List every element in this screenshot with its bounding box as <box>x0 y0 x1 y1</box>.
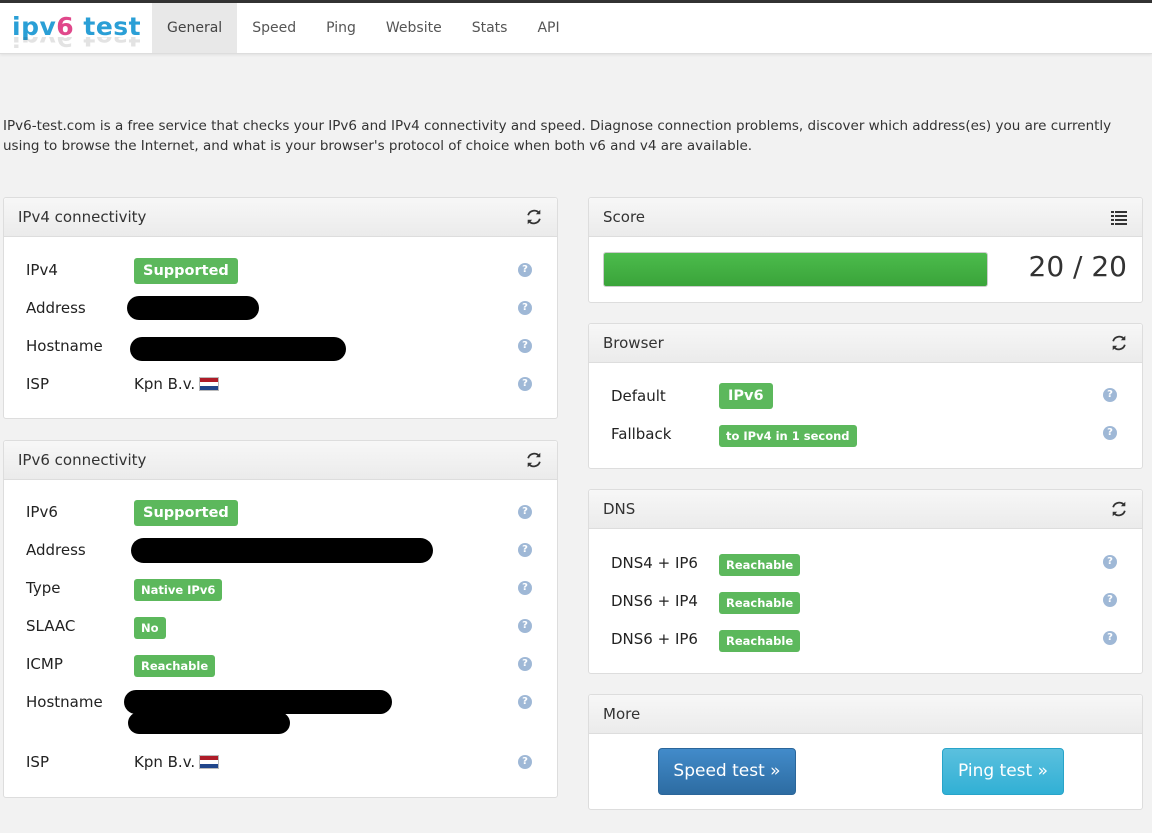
help-icon[interactable]: ? <box>518 377 532 391</box>
ipv6-address-label: Address <box>26 541 86 559</box>
dns6-ip4-badge: Reachable <box>719 592 801 614</box>
ipv6-supported-badge: Supported <box>134 500 238 526</box>
help-icon[interactable]: ? <box>518 263 532 277</box>
refresh-icon[interactable] <box>525 208 543 226</box>
help-icon[interactable]: ? <box>518 543 532 557</box>
nav-website[interactable]: Website <box>371 3 457 53</box>
more-panel-header: More <box>589 695 1142 734</box>
help-icon[interactable]: ? <box>518 619 532 633</box>
ipv4-isp-value: Kpn B.v. <box>134 375 196 393</box>
ipv6-label: IPv6 <box>26 503 58 521</box>
ipv6-panel-header: IPv6 connectivity <box>4 441 557 480</box>
navbar: ipv6 test ipv6 test General Speed Ping W… <box>0 3 1152 54</box>
help-icon[interactable]: ? <box>1103 631 1117 645</box>
ping-test-button[interactable]: Ping test » <box>942 748 1064 795</box>
redacted-ipv4-hostname <box>130 337 346 361</box>
ipv4-panel: IPv4 connectivity IPv4 Supported ? Addre… <box>3 197 558 419</box>
dns6-ip6-badge: Reachable <box>719 630 801 652</box>
speed-test-button[interactable]: Speed test » <box>658 748 796 795</box>
intro-text: IPv6-test.com is a free service that che… <box>3 118 1112 154</box>
netherlands-flag-icon <box>199 377 220 391</box>
browser-fallback-label: Fallback <box>611 425 672 443</box>
help-icon[interactable]: ? <box>1103 388 1117 402</box>
score-panel: Score 20 / 20 <box>588 197 1143 303</box>
dns4-ip6-badge: Reachable <box>719 554 801 576</box>
ipv6-panel: IPv6 connectivity IPv6 Supported ? Addre… <box>3 440 558 798</box>
ipv4-address-label: Address <box>26 299 86 317</box>
ipv6-icmp-badge: Reachable <box>134 655 216 677</box>
ipv6-hostname-label: Hostname <box>26 693 103 711</box>
dns-panel: DNS DNS4 + IP6 Reachable ? DNS6 + IP4 Re… <box>588 489 1143 674</box>
browser-panel-header: Browser <box>589 324 1142 363</box>
browser-default-badge: IPv6 <box>719 383 773 409</box>
help-icon[interactable]: ? <box>518 581 532 595</box>
score-value: 20 / 20 <box>1028 250 1128 283</box>
help-icon[interactable]: ? <box>518 695 532 709</box>
refresh-icon[interactable] <box>1110 334 1128 352</box>
ipv6-type-badge: Native IPv6 <box>134 579 223 601</box>
help-icon[interactable]: ? <box>1103 593 1117 607</box>
ipv6-slaac-label: SLAAC <box>26 617 76 635</box>
redacted-ipv6-hostname-line-1 <box>124 690 392 714</box>
browser-panel-title: Browser <box>603 334 664 352</box>
help-icon[interactable]: ? <box>518 755 532 769</box>
ipv6-isp-label: ISP <box>26 753 49 771</box>
list-icon[interactable] <box>1110 208 1128 226</box>
help-icon[interactable]: ? <box>518 505 532 519</box>
score-progress-fill <box>604 253 987 286</box>
more-panel-title: More <box>603 705 641 723</box>
refresh-icon[interactable] <box>1110 500 1128 518</box>
more-panel: More Speed test » Ping test » <box>588 694 1143 810</box>
score-panel-title: Score <box>603 208 646 226</box>
help-icon[interactable]: ? <box>1103 426 1117 440</box>
brand-reflection: ipv6 test <box>12 37 141 51</box>
browser-panel: Browser Default IPv6 ? Fallback to IPv4 … <box>588 323 1143 469</box>
ipv4-panel-title: IPv4 connectivity <box>18 208 147 226</box>
nav-ping[interactable]: Ping <box>311 3 371 53</box>
nav-general[interactable]: General <box>152 3 238 53</box>
netherlands-flag-icon <box>199 755 220 769</box>
ipv6-panel-title: IPv6 connectivity <box>18 451 147 469</box>
browser-fallback-badge: to IPv4 in 1 second <box>719 425 857 447</box>
ipv4-panel-header: IPv4 connectivity <box>4 198 557 237</box>
dns6-ip4-label: DNS6 + IP4 <box>611 592 698 610</box>
ipv4-supported-badge: Supported <box>134 258 238 284</box>
help-icon[interactable]: ? <box>518 339 532 353</box>
nav-api[interactable]: API <box>522 3 574 53</box>
help-icon[interactable]: ? <box>1103 555 1117 569</box>
ipv4-isp-label: ISP <box>26 375 49 393</box>
dns-panel-title: DNS <box>603 500 636 518</box>
redacted-ipv6-address <box>131 538 433 563</box>
ipv6-type-label: Type <box>26 579 61 597</box>
ipv6-icmp-label: ICMP <box>26 655 63 673</box>
nav-stats[interactable]: Stats <box>457 3 523 53</box>
main-nav: General Speed Ping Website Stats API <box>152 3 575 53</box>
refresh-icon[interactable] <box>525 451 543 469</box>
browser-default-label: Default <box>611 387 666 405</box>
dns-panel-header: DNS <box>589 490 1142 529</box>
ipv4-hostname-label: Hostname <box>26 337 103 355</box>
ipv6-slaac-badge: No <box>134 617 166 639</box>
redacted-ipv6-hostname-line-2 <box>128 712 290 734</box>
redacted-ipv4-address <box>127 296 259 320</box>
help-icon[interactable]: ? <box>518 657 532 671</box>
dns6-ip6-label: DNS6 + IP6 <box>611 630 698 648</box>
nav-speed[interactable]: Speed <box>237 3 311 53</box>
ipv6-isp-value: Kpn B.v. <box>134 753 196 771</box>
help-icon[interactable]: ? <box>518 301 532 315</box>
score-panel-header: Score <box>589 198 1142 237</box>
ipv4-label: IPv4 <box>26 261 58 279</box>
score-progress-bar <box>603 252 988 287</box>
dns4-ip6-label: DNS4 + IP6 <box>611 554 698 572</box>
